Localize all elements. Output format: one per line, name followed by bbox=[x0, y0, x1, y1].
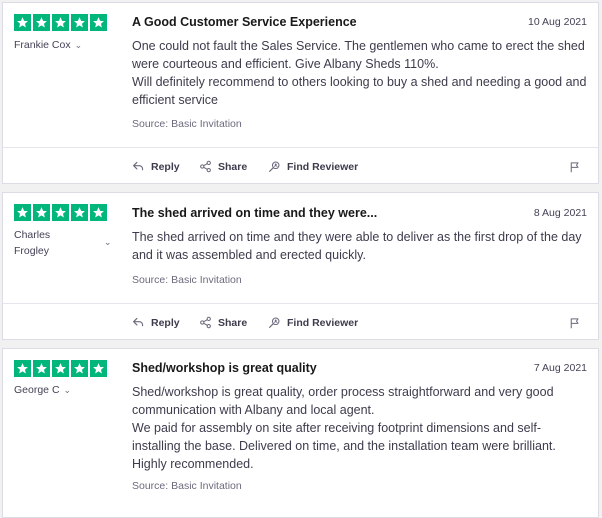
review-actions: Reply Share Find Reviewer bbox=[3, 304, 598, 341]
review-body: Shed/workshop is great quality, order pr… bbox=[132, 383, 587, 473]
share-label: Share bbox=[218, 160, 248, 173]
review-title[interactable]: A Good Customer Service Experience bbox=[132, 15, 357, 29]
reply-button[interactable]: Reply bbox=[132, 316, 180, 329]
star-icon bbox=[71, 14, 88, 31]
find-reviewer-button[interactable]: Find Reviewer bbox=[268, 160, 358, 173]
find-reviewer-icon bbox=[268, 160, 281, 173]
reply-icon bbox=[132, 316, 145, 329]
chevron-down-icon: ⌄ bbox=[74, 40, 83, 50]
star-rating bbox=[14, 14, 107, 31]
star-icon bbox=[14, 14, 31, 31]
review-card: Charles Frogley ⌄ The shed arrived on ti… bbox=[2, 192, 599, 340]
share-icon bbox=[199, 316, 212, 329]
star-rating bbox=[14, 204, 107, 221]
star-icon bbox=[52, 360, 69, 377]
star-icon bbox=[33, 360, 50, 377]
chevron-down-icon: ⌄ bbox=[63, 385, 72, 395]
reply-label: Reply bbox=[151, 160, 180, 173]
star-icon bbox=[33, 14, 50, 31]
reviewer-name: Frankie Cox bbox=[14, 39, 71, 51]
star-icon bbox=[52, 204, 69, 221]
review-paragraph: The shed arrived on time and they were a… bbox=[132, 230, 582, 262]
review-body: The shed arrived on time and they were a… bbox=[132, 228, 587, 264]
share-button[interactable]: Share bbox=[199, 160, 247, 173]
review-actions: Reply Share Find Reviewer bbox=[3, 148, 598, 185]
review-source: Source: Basic Invitation bbox=[132, 480, 242, 492]
review-paragraph: Highly recommended. bbox=[132, 457, 254, 471]
review-paragraph: Shed/workshop is great quality, order pr… bbox=[132, 385, 554, 417]
star-icon bbox=[90, 14, 107, 31]
reply-icon bbox=[132, 160, 145, 173]
flag-icon[interactable] bbox=[569, 161, 581, 173]
star-icon bbox=[52, 14, 69, 31]
review-title[interactable]: The shed arrived on time and they were..… bbox=[132, 206, 377, 220]
reviewer-name-button[interactable]: Frankie Cox ⌄ bbox=[14, 37, 82, 53]
star-icon bbox=[71, 204, 88, 221]
review-card: George C ⌄ Shed/workshop is great quality… bbox=[2, 348, 599, 518]
reviewer-name: George C bbox=[14, 384, 60, 396]
star-icon bbox=[33, 204, 50, 221]
star-icon bbox=[14, 204, 31, 221]
review-card: Frankie Cox ⌄ A Good Customer Service Exp… bbox=[2, 2, 599, 184]
review-body: One could not fault the Sales Service. T… bbox=[132, 37, 587, 109]
star-icon bbox=[90, 204, 107, 221]
flag-icon[interactable] bbox=[569, 317, 581, 329]
reply-label: Reply bbox=[151, 316, 180, 329]
review-date: 7 Aug 2021 bbox=[533, 362, 587, 374]
review-title[interactable]: Shed/workshop is great quality bbox=[132, 361, 317, 375]
star-rating bbox=[14, 360, 107, 377]
review-paragraph: One could not fault the Sales Service. T… bbox=[132, 39, 585, 71]
review-source: Source: Basic Invitation bbox=[132, 118, 242, 130]
review-paragraph: Will definitely recommend to others look… bbox=[132, 75, 587, 107]
share-button[interactable]: Share bbox=[199, 316, 247, 329]
reviewer-name: Charles bbox=[14, 229, 51, 241]
review-date: 8 Aug 2021 bbox=[533, 207, 587, 219]
reply-button[interactable]: Reply bbox=[132, 160, 180, 173]
star-icon bbox=[90, 360, 107, 377]
find-reviewer-label: Find Reviewer bbox=[287, 160, 359, 173]
review-date: 10 Aug 2021 bbox=[528, 16, 587, 28]
share-label: Share bbox=[218, 316, 248, 329]
find-reviewer-button[interactable]: Find Reviewer bbox=[268, 316, 358, 329]
review-source: Source: Basic Invitation bbox=[132, 274, 242, 286]
find-reviewer-label: Find Reviewer bbox=[287, 316, 359, 329]
reviewer-name-button[interactable]: Charles Frogley ⌄ bbox=[14, 227, 114, 259]
review-paragraph: We paid for assembly on site after recei… bbox=[132, 421, 556, 453]
reviewer-name-button[interactable]: George C ⌄ bbox=[14, 382, 71, 398]
find-reviewer-icon bbox=[268, 316, 281, 329]
reviewer-name: Frogley bbox=[14, 245, 50, 257]
star-icon bbox=[71, 360, 88, 377]
star-icon bbox=[14, 360, 31, 377]
chevron-down-icon: ⌄ bbox=[104, 237, 112, 247]
share-icon bbox=[199, 160, 212, 173]
